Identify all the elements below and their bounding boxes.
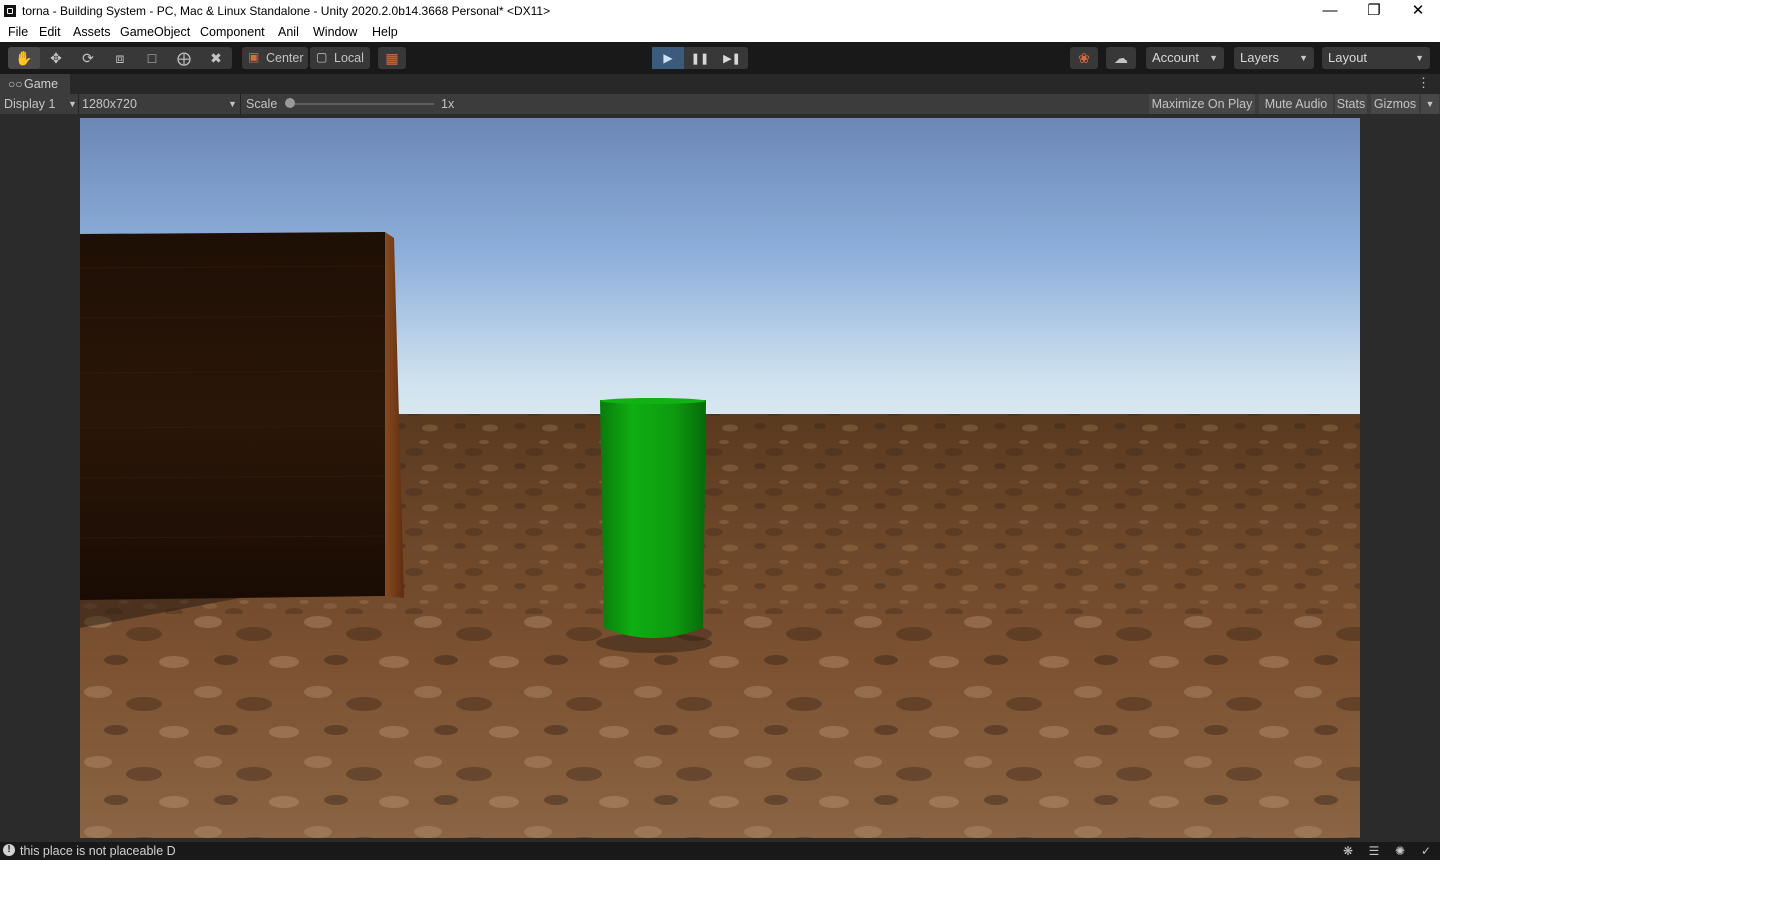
account-dropdown[interactable]: Account ▼ [1146, 47, 1224, 69]
scale-value: 1x [441, 97, 455, 111]
layout-label: Layout [1328, 50, 1368, 65]
window-title: torna - Building System - PC, Mac & Linu… [22, 4, 551, 18]
menu-assets[interactable]: Assets [73, 25, 111, 39]
menu-anil[interactable]: Anil [278, 25, 299, 39]
chevron-down-icon: ▼ [228, 99, 237, 109]
window-title-bar: torna - Building System - PC, Mac & Linu… [0, 0, 1440, 22]
minimize-icon[interactable]: — [1308, 0, 1352, 22]
step-button[interactable]: ▶❚ [716, 47, 748, 69]
rect-icon[interactable]: □ [136, 47, 168, 69]
pivot-center-label: Center [266, 51, 304, 65]
chevron-down-icon: ▼ [68, 99, 77, 109]
move-icon[interactable]: ✥ [40, 47, 72, 69]
gizmos-button[interactable]: Gizmos [1371, 94, 1419, 114]
hand-icon[interactable]: ✋ [8, 47, 40, 69]
mute-audio-button[interactable]: Mute Audio [1259, 94, 1333, 114]
pivot-local-label: Local [334, 51, 364, 65]
chevron-down-icon: ▼ [1209, 53, 1218, 63]
custom-tool-icon[interactable]: ✖ [200, 47, 232, 69]
close-icon[interactable]: ✕ [1396, 0, 1440, 22]
ground-texture-near [80, 598, 1360, 838]
chevron-down-icon: ▼ [1299, 53, 1308, 63]
menu-help[interactable]: Help [372, 25, 398, 39]
layers-label: Layers [1240, 50, 1280, 65]
display-dropdown[interactable]: Display 1 ▼ [4, 94, 77, 114]
scale-icon[interactable]: ⧈ [104, 47, 136, 69]
pivot-center-button[interactable]: ▣ Center [242, 47, 308, 69]
menu-gameobject[interactable]: GameObject [120, 25, 190, 39]
progress-icon[interactable]: ✺ [1393, 844, 1407, 858]
resolution-label: 1280x720 [82, 97, 137, 111]
scale-slider-handle[interactable] [285, 98, 295, 108]
divider [78, 94, 79, 114]
divider [240, 94, 241, 114]
cube-icon: ▢ [316, 50, 328, 64]
main-toolbar: ✋ ✥ ⟳ ⧈ □ ⨁ ✖ ▣ Center ▢ Local ▦ ▶ ❚❚ ▶❚… [0, 42, 1440, 74]
game-viewport[interactable] [80, 118, 1360, 838]
wooden-wall [80, 232, 385, 600]
menu-component[interactable]: Component [200, 25, 265, 39]
status-bar: ! this place is not placeable D ❋ ☰ ✺ ✓ [0, 842, 1440, 860]
menu-window[interactable]: Window [313, 25, 357, 39]
cloud-icon: ☁ [1114, 49, 1128, 66]
maximize-on-play-button[interactable]: Maximize On Play [1149, 94, 1255, 114]
chevron-down-icon: ▼ [1415, 53, 1424, 63]
tab-game-label: Game [24, 77, 59, 91]
layers-dropdown[interactable]: Layers ▼ [1234, 47, 1314, 69]
step-icon: ▶❚ [723, 52, 741, 65]
account-label: Account [1152, 50, 1199, 65]
green-cylinder [600, 400, 706, 638]
restore-icon[interactable]: ❐ [1352, 0, 1396, 22]
resolution-dropdown[interactable]: 1280x720 ▼ [82, 94, 238, 114]
play-icon: ▶ [663, 51, 673, 65]
scale-slider[interactable] [290, 103, 434, 105]
stack-icon[interactable]: ☰ [1367, 844, 1381, 858]
grid-snap-button[interactable]: ▦ [378, 47, 406, 69]
cylinder-top [600, 398, 706, 404]
tab-game[interactable]: ○○ Game [0, 74, 70, 94]
gamepad-icon: ○○ [8, 77, 23, 91]
pivot-local-button[interactable]: ▢ Local [310, 47, 370, 69]
display-label: Display 1 [4, 97, 56, 111]
game-scene [80, 118, 1360, 838]
scale-label: Scale [246, 97, 278, 111]
rotate-icon[interactable]: ⟳ [72, 47, 104, 69]
menu-edit[interactable]: Edit [39, 25, 61, 39]
collab-icon: ❀ [1078, 49, 1090, 66]
layout-dropdown[interactable]: Layout ▼ [1322, 47, 1430, 69]
stats-button[interactable]: Stats [1335, 94, 1367, 114]
pause-icon: ❚❚ [690, 52, 710, 65]
info-icon: ! [3, 844, 15, 856]
collab-button[interactable]: ❀ [1070, 47, 1098, 69]
grid-snap-icon: ▦ [385, 49, 399, 66]
console-message[interactable]: this place is not placeable D [20, 844, 176, 858]
bug-icon[interactable]: ❋ [1341, 844, 1355, 858]
unity-logo-icon [4, 5, 16, 17]
pivot-icon: ▣ [248, 50, 260, 64]
game-view-area [0, 114, 1440, 842]
check-icon[interactable]: ✓ [1419, 844, 1433, 858]
cloud-button[interactable]: ☁ [1106, 47, 1136, 69]
play-button[interactable]: ▶ [652, 47, 684, 69]
more-options-icon[interactable]: ⋮ [1417, 75, 1430, 91]
menu-bar: File Edit Assets GameObject Component An… [0, 22, 1440, 42]
panel-tab-bar: ○○ Game ⋮ [0, 74, 1440, 94]
pause-button[interactable]: ❚❚ [684, 47, 716, 69]
transform-tools: ✋ ✥ ⟳ ⧈ □ ⨁ ✖ [8, 47, 232, 69]
game-view-toolbar: Display 1 ▼ 1280x720 ▼ Scale 1x Maximize… [0, 94, 1440, 114]
menu-file[interactable]: File [8, 25, 28, 39]
transform-icon[interactable]: ⨁ [168, 47, 200, 69]
gizmos-dropdown-icon[interactable]: ▼ [1421, 94, 1439, 114]
